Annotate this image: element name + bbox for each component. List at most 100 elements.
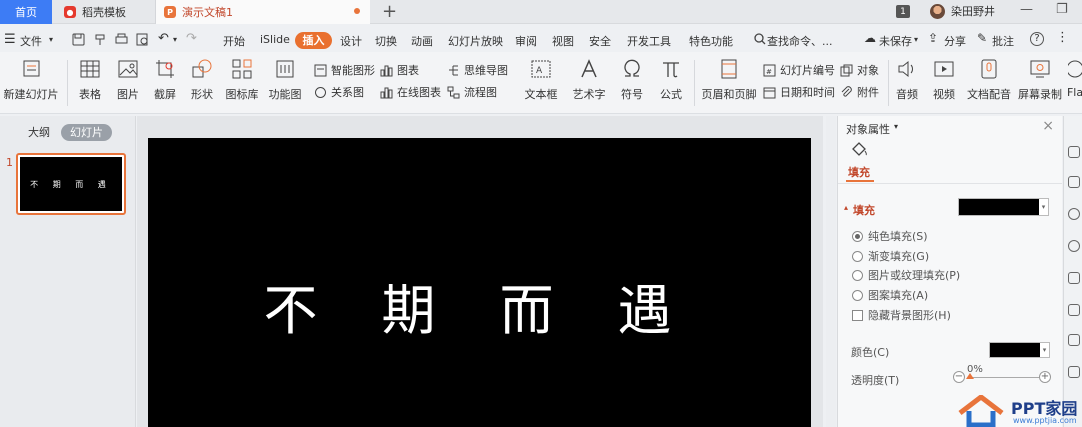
cloud-sync-icon[interactable]: [1068, 208, 1080, 220]
option-pattern-fill[interactable]: 图案填充(A): [852, 287, 928, 303]
smart-art-button[interactable]: 智能图形: [314, 62, 375, 78]
user-account[interactable]: 染田野井: [930, 3, 995, 19]
option-solid-fill[interactable]: 纯色填充(S): [852, 228, 928, 244]
tab-outline[interactable]: 大纲: [28, 124, 50, 141]
online-chart-button[interactable]: 在线图表: [380, 84, 441, 100]
fill-color-swatch[interactable]: [958, 198, 1040, 216]
audio-button[interactable]: 音频: [891, 58, 923, 102]
document-icon[interactable]: [1068, 366, 1080, 378]
slide-number-button[interactable]: # 幻灯片编号: [763, 62, 835, 78]
tab-document[interactable]: P 演示文稿1: [156, 0, 370, 24]
transparency-decrease-button[interactable]: −: [953, 371, 965, 383]
attachment-button[interactable]: 附件: [840, 84, 879, 100]
icon-library-button[interactable]: 图标库: [223, 58, 261, 102]
redo-icon[interactable]: ↷: [186, 31, 197, 46]
menu-review[interactable]: 审阅: [515, 33, 537, 49]
color-swatch[interactable]: [989, 342, 1041, 358]
print-preview-icon[interactable]: [136, 33, 149, 46]
triangle-shape-icon[interactable]: [1068, 272, 1080, 284]
fill-color-dropdown-icon[interactable]: ▾: [1039, 198, 1049, 216]
hamburger-icon[interactable]: ☰: [4, 32, 16, 47]
tab-slides[interactable]: 幻灯片: [61, 124, 112, 141]
style-icon[interactable]: [1068, 176, 1080, 188]
new-slide-button[interactable]: 新建幻灯片: [0, 58, 62, 102]
menu-animation[interactable]: 动画: [411, 33, 433, 49]
restore-button[interactable]: ❐: [1056, 2, 1068, 17]
color-dropdown-icon[interactable]: ▾: [1040, 342, 1050, 358]
menu-file[interactable]: 文件: [20, 33, 42, 49]
radio-picture-fill[interactable]: [852, 269, 863, 281]
tab-home[interactable]: 首页: [0, 0, 52, 24]
more-icon[interactable]: ⋮: [1056, 30, 1069, 45]
menu-insert[interactable]: 插入: [295, 32, 332, 49]
section-collapse-icon[interactable]: ▴: [844, 203, 848, 212]
panel-title-dropdown-icon[interactable]: ▾: [894, 122, 898, 131]
tab-template[interactable]: ● 稻壳模板: [52, 0, 156, 24]
unsaved-dropdown-icon[interactable]: ▾: [914, 35, 918, 44]
menu-design[interactable]: 设计: [340, 33, 362, 49]
formula-button[interactable]: 公式: [654, 58, 688, 102]
chart-button[interactable]: 图表: [380, 62, 419, 78]
slide-title-text[interactable]: 不期而遇: [148, 266, 811, 345]
radio-gradient-fill[interactable]: [852, 250, 863, 262]
location-icon[interactable]: [1068, 240, 1080, 252]
transparency-increase-button[interactable]: +: [1039, 371, 1051, 383]
undo-icon[interactable]: ↶: [158, 31, 169, 46]
option-picture-fill[interactable]: 图片或纹理填充(P): [852, 267, 960, 283]
help-button[interactable]: ?: [1030, 32, 1044, 46]
menu-transition[interactable]: 切换: [375, 33, 397, 49]
comment-button[interactable]: 批注: [992, 33, 1014, 49]
table-grid-icon[interactable]: [1068, 304, 1080, 316]
tab-fill[interactable]: 填充: [848, 164, 870, 180]
close-panel-button[interactable]: ×: [1042, 118, 1054, 134]
flash-cut-button[interactable]: Fla: [1068, 58, 1082, 99]
radio-solid-fill[interactable]: [852, 230, 863, 242]
unsaved-status[interactable]: 未保存: [879, 33, 912, 49]
slide-canvas[interactable]: 不期而遇: [148, 138, 811, 427]
slide-thumbnail[interactable]: 不 期 而 遇: [16, 153, 126, 215]
menu-islide[interactable]: iSlide: [260, 33, 290, 46]
menu-start[interactable]: 开始: [223, 33, 245, 49]
doc-dub-button[interactable]: 文档配音: [966, 58, 1012, 102]
undo-dropdown-icon[interactable]: ▾: [173, 35, 177, 44]
fill-section-title[interactable]: 填充: [853, 202, 875, 218]
textbox-button[interactable]: A 文本框: [519, 58, 563, 102]
art-text-button[interactable]: 艺术字: [568, 58, 610, 102]
panel-title[interactable]: 对象属性: [846, 121, 890, 137]
object-button[interactable]: 对象: [840, 62, 879, 78]
menu-security[interactable]: 安全: [589, 33, 611, 49]
fill-bucket-icon[interactable]: [850, 140, 868, 158]
flowchart-button[interactable]: 流程图: [447, 84, 497, 100]
minimize-button[interactable]: —: [1020, 2, 1033, 17]
table-button[interactable]: 表格: [73, 58, 107, 102]
print-icon[interactable]: [115, 33, 128, 46]
option-hide-background[interactable]: 隐藏背景图形(H): [852, 307, 951, 323]
menu-devtools[interactable]: 开发工具: [627, 33, 671, 49]
page-badge[interactable]: 1: [896, 5, 910, 18]
video-button[interactable]: 视频: [928, 58, 960, 102]
layout-icon[interactable]: [1068, 334, 1080, 346]
screenshot-button[interactable]: 截屏: [148, 58, 182, 102]
datetime-button[interactable]: 日期和时间: [763, 84, 835, 100]
menu-view[interactable]: 视图: [552, 33, 574, 49]
share-button[interactable]: 分享: [944, 33, 966, 49]
picture-button[interactable]: 图片: [111, 58, 145, 102]
chevron-down-icon[interactable]: ▾: [49, 35, 53, 44]
symbol-button[interactable]: 符号: [615, 58, 649, 102]
properties-icon[interactable]: [1068, 146, 1080, 158]
option-gradient-fill[interactable]: 渐变填充(G): [852, 248, 929, 264]
relation-chart-button[interactable]: 关系图: [314, 84, 364, 100]
menu-slideshow[interactable]: 幻灯片放映: [448, 33, 503, 49]
menu-special[interactable]: 特色功能: [689, 33, 733, 49]
shape-button[interactable]: 形状: [185, 58, 219, 102]
transparency-slider-thumb[interactable]: [966, 373, 974, 379]
editor-scrollbar[interactable]: [826, 116, 836, 427]
save-icon[interactable]: [72, 33, 85, 46]
new-tab-button[interactable]: +: [382, 1, 397, 22]
radio-pattern-fill[interactable]: [852, 289, 863, 301]
search-command-input[interactable]: 查找命令、...: [767, 33, 833, 49]
transparency-slider[interactable]: [969, 377, 1041, 378]
header-footer-button[interactable]: 页眉和页脚: [701, 58, 757, 102]
screen-record-button[interactable]: 屏幕录制: [1017, 58, 1063, 102]
mind-map-button[interactable]: 思维导图: [447, 62, 508, 78]
